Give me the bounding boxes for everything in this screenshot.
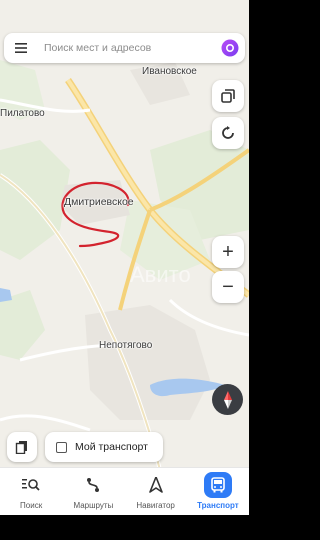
compass-icon (223, 390, 232, 409)
search-bar[interactable]: Поиск мест и адресов (4, 33, 245, 63)
watermark: Авито (130, 262, 191, 287)
tab-search[interactable]: Поиск (0, 468, 62, 515)
tab-search-label: Поиск (20, 501, 43, 510)
zoom-in-button[interactable]: + (212, 236, 244, 268)
map-view[interactable]: Поиск мест и адресов Ивановское Пилатово… (0, 0, 249, 515)
search-list-icon (17, 472, 45, 498)
bottom-tab-bar: Поиск Маршруты Навигатор Транспорт (0, 467, 249, 515)
tab-transport[interactable]: Транспорт (187, 468, 249, 515)
bus-icon (203, 472, 232, 498)
tab-transport-label: Транспорт (197, 501, 239, 510)
my-transport-toggle[interactable]: Мой транспорт (45, 432, 163, 462)
place-label-ivanovskoe: Ивановское (142, 66, 197, 77)
navigator-arrow-icon (142, 472, 170, 498)
bookmark-stack-icon (15, 441, 27, 454)
menu-icon[interactable] (4, 33, 38, 63)
tab-navigator[interactable]: Навигатор (125, 468, 187, 515)
layers-button[interactable] (212, 80, 244, 112)
bookmarks-button[interactable] (7, 432, 37, 462)
tab-navigator-label: Навигатор (136, 501, 175, 510)
system-nav-area (0, 515, 249, 540)
place-label-dmitrievskoe: Дмитриевское (64, 196, 134, 208)
minus-icon: − (222, 276, 234, 298)
alice-voice-icon[interactable] (215, 33, 245, 63)
navigator-mode-button[interactable] (212, 117, 244, 149)
compass-button[interactable] (212, 384, 243, 415)
search-input[interactable]: Поиск мест и адресов (38, 42, 215, 54)
my-transport-label: Мой транспорт (75, 441, 148, 453)
place-label-pilatovo: Пилатово (0, 108, 45, 119)
my-transport-checkbox[interactable] (56, 441, 67, 453)
tab-routes-label: Маршруты (73, 501, 114, 510)
route-icon (79, 472, 107, 498)
square-stack-icon (221, 89, 235, 103)
place-label-nepotyagovo: Непотягово (99, 340, 153, 351)
zoom-out-button[interactable]: − (212, 271, 244, 303)
plus-icon: + (222, 241, 234, 263)
loop-arrow-icon (222, 126, 234, 139)
tab-routes[interactable]: Маршруты (62, 468, 124, 515)
